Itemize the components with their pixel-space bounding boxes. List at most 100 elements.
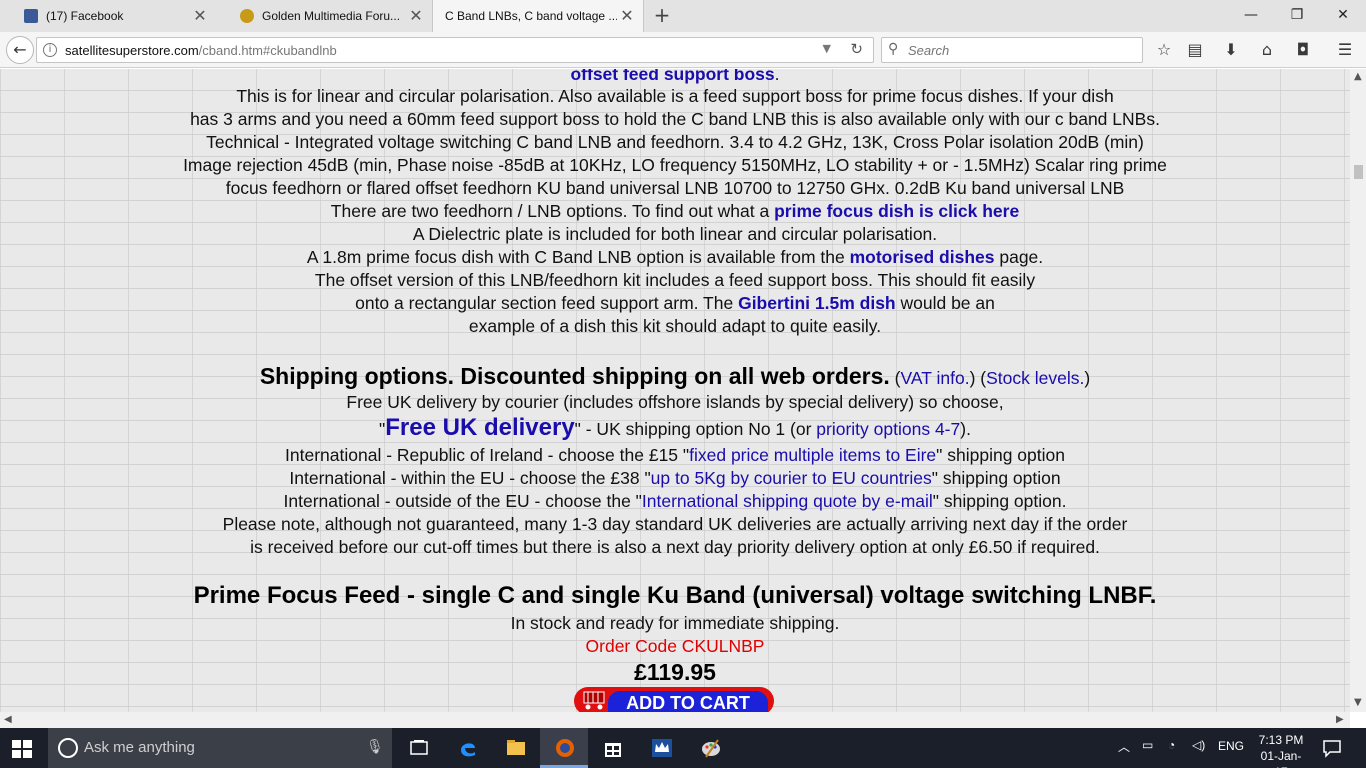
order-code: Order Code CKULNBP — [585, 636, 765, 656]
text-line: Please note, although not guaranteed, ma… — [222, 514, 1128, 534]
tab-facebook[interactable]: (17) Facebook ✕ — [0, 0, 216, 32]
tab-title: C Band LNBs, C band voltage ... — [445, 9, 617, 23]
url-host: satellitesuperstore.com — [65, 43, 199, 58]
free-uk-delivery-link[interactable]: Free UK delivery — [385, 414, 574, 441]
vertical-scrollbar[interactable]: ▲ ▼ — [1350, 69, 1366, 712]
scroll-left-icon[interactable]: ◀ — [4, 714, 12, 725]
stock-status: In stock and ready for immediate shippin… — [510, 613, 840, 633]
text-line: onto a rectangular section feed support … — [0, 292, 1350, 314]
vat-info-link[interactable]: VAT info. — [901, 368, 970, 388]
text-fragment: International - within the EU - choose t… — [289, 468, 651, 488]
file-explorer-button[interactable] — [491, 728, 539, 768]
firefox-icon — [556, 739, 574, 757]
back-button[interactable]: ← — [6, 36, 34, 64]
search-input[interactable] — [908, 40, 1128, 60]
action-center-icon[interactable] — [1322, 738, 1342, 758]
task-view-button[interactable] — [394, 728, 442, 768]
text-fragment: International - Republic of Ireland - ch… — [285, 445, 690, 465]
reload-icon[interactable]: ↻ — [850, 40, 863, 58]
cortana-search-text: Ask me anything — [84, 739, 195, 756]
clock-date: 01-Jan-17 — [1260, 749, 1302, 768]
battery-icon[interactable]: ▭ — [1142, 738, 1153, 752]
volume-icon[interactable]: ◁) — [1192, 738, 1205, 752]
windows-taskbar: Ask me anything 🎙 ︿ ▭ ◔ ◁) ENG 7:13 PM 0… — [0, 728, 1366, 768]
tab-c-band-lnbs[interactable]: C Band LNBs, C band voltage ... ✕ — [432, 0, 644, 32]
gibertini-link[interactable]: Gibertini 1.5m dish — [738, 293, 896, 313]
language-indicator[interactable]: ENG — [1218, 739, 1244, 753]
text-line: is received before our cut-off times but… — [250, 537, 1100, 557]
text-line: has 3 arms and you need a 60mm feed supp… — [190, 109, 1160, 129]
stock-levels-link[interactable]: Stock levels. — [986, 368, 1084, 388]
firefox-button[interactable] — [540, 728, 588, 768]
text-fragment: would be an — [895, 293, 995, 313]
wifi-icon[interactable]: ◔ — [1168, 738, 1175, 752]
text-fragment: There are two feedhorn / LNB options. To… — [330, 201, 775, 221]
eire-shipping-link[interactable]: fixed price multiple items to Eire — [689, 445, 936, 465]
navigation-bar: ← i satellitesuperstore.com/cband.htm#ck… — [0, 32, 1366, 68]
text-line: International - outside of the EU - choo… — [0, 490, 1350, 512]
text-line: International - Republic of Ireland - ch… — [0, 444, 1350, 466]
horizontal-scrollbar[interactable]: ◀ ▶ — [0, 712, 1350, 728]
minimize-button[interactable]: — — [1228, 0, 1274, 30]
text-line: offset feed support boss. — [0, 69, 1350, 85]
store-button[interactable] — [588, 728, 636, 768]
new-tab-button[interactable]: + — [650, 4, 674, 28]
crown-icon — [652, 739, 672, 757]
reading-list-icon[interactable]: ▤ — [1183, 39, 1207, 61]
text-line: A Dielectric plate is included for both … — [412, 224, 938, 244]
url-text[interactable]: satellitesuperstore.com/cband.htm#ckuban… — [65, 43, 337, 58]
pocket-icon[interactable]: ◘ — [1291, 39, 1315, 61]
product-heading: Prime Focus Feed - single C and single K… — [193, 582, 1157, 609]
windows-start-icon[interactable] — [12, 740, 32, 758]
cortana-search-box[interactable]: Ask me anything 🎙 — [48, 728, 392, 768]
scroll-up-icon[interactable]: ▲ — [1354, 71, 1362, 82]
menu-icon[interactable]: ☰ — [1333, 39, 1357, 61]
text-line: "Free UK delivery" - UK shipping option … — [0, 414, 1350, 443]
facebook-icon — [24, 9, 38, 23]
close-tab-icon[interactable]: ✕ — [617, 6, 637, 26]
downloads-icon[interactable]: ⬇ — [1219, 39, 1243, 61]
address-bar[interactable]: i satellitesuperstore.com/cband.htm#ckub… — [36, 37, 874, 63]
search-icon: ⚲ — [888, 41, 899, 57]
text-fragment: " - UK shipping option No 1 (or — [574, 419, 817, 439]
edge-browser-button[interactable] — [443, 728, 491, 768]
motorised-dishes-link[interactable]: motorised dishes — [850, 247, 995, 267]
text-fragment: page. — [994, 247, 1044, 267]
task-view-icon — [410, 740, 428, 755]
maximize-button[interactable]: ❐ — [1274, 0, 1320, 30]
text-fragment: A 1.8m prime focus dish with C Band LNB … — [306, 247, 850, 267]
chevron-up-icon[interactable]: ︿ — [1118, 738, 1130, 755]
paint-button[interactable] — [686, 728, 734, 768]
international-quote-link[interactable]: International shipping quote by e-mail — [642, 491, 933, 511]
priority-options-link[interactable]: priority options 4-7 — [816, 419, 960, 439]
close-tab-icon[interactable]: ✕ — [190, 6, 210, 26]
text-fragment: onto a rectangular section feed support … — [355, 293, 739, 313]
tab-golden-multimedia[interactable]: Golden Multimedia Foru... ✕ — [216, 0, 432, 32]
text-line: Image rejection 45dB (min, Phase noise -… — [183, 155, 1167, 175]
eu-shipping-link[interactable]: up to 5Kg by courier to EU countries — [651, 468, 932, 488]
text-line: Technical - Integrated voltage switching… — [206, 132, 1144, 152]
clock[interactable]: 7:13 PM 01-Jan-17 — [1254, 732, 1308, 768]
close-tab-icon[interactable]: ✕ — [406, 6, 426, 26]
add-to-cart-button[interactable]: ADD TO CART — [574, 687, 774, 712]
text-fragment: . — [774, 69, 780, 84]
prime-focus-link[interactable]: prime focus dish is click here — [774, 201, 1019, 221]
text-fragment: " shipping option. — [932, 491, 1067, 511]
cart-label: ADD TO CART — [608, 691, 768, 712]
scroll-down-icon[interactable]: ▼ — [1354, 697, 1362, 708]
edge-icon — [461, 743, 475, 757]
search-box[interactable]: ⚲ — [881, 37, 1143, 63]
text-fragment: ( — [889, 368, 901, 388]
microphone-icon[interactable]: 🎙 — [366, 739, 384, 755]
offset-feed-link[interactable]: offset feed support boss — [570, 69, 774, 84]
crown-app-button[interactable] — [637, 728, 685, 768]
text-line: Free UK delivery by courier (includes of… — [346, 392, 1004, 412]
scrollbar-thumb[interactable] — [1354, 165, 1363, 179]
bookmark-star-icon[interactable]: ☆ — [1152, 39, 1176, 61]
home-icon[interactable]: ⌂ — [1255, 39, 1279, 61]
close-window-button[interactable]: ✕ — [1320, 0, 1366, 30]
scroll-right-icon[interactable]: ▶ — [1336, 714, 1344, 725]
info-icon[interactable]: i — [43, 43, 57, 57]
history-dropdown-icon[interactable]: ▼ — [823, 42, 831, 55]
text-fragment: ). — [960, 419, 971, 439]
